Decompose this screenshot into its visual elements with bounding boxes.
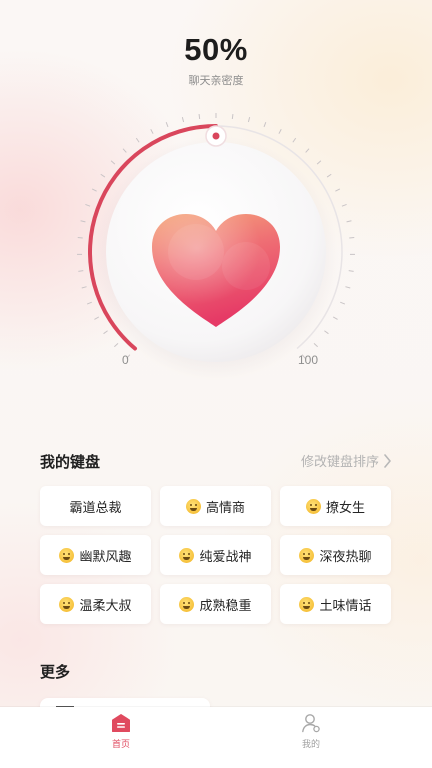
gauge-tick (150, 129, 154, 134)
gauge-tick (113, 343, 119, 348)
keyboard-section-title: 我的键盘 (40, 453, 101, 471)
home-icon (112, 714, 130, 732)
gauge-tick (80, 220, 86, 223)
gauge-tick (181, 117, 185, 123)
gauge-tick (94, 316, 100, 320)
grin-emoji-icon (299, 596, 315, 612)
keyboard-item-label: 霸道总裁 (69, 500, 122, 516)
gauge-min-label: 0 (122, 353, 129, 367)
gauge-tick (77, 236, 83, 239)
keyboard-item[interactable]: 纯爱战神 (160, 535, 271, 575)
gauge-max-label: 100 (298, 353, 319, 367)
gauge-tick (332, 316, 338, 320)
gauge-tick (231, 113, 234, 120)
tab-home[interactable]: 首页 (81, 713, 161, 750)
gauge-tick (85, 203, 91, 207)
grin-emoji-icon (299, 547, 315, 563)
gauge-tick (305, 148, 310, 153)
grin-emoji-icon (179, 596, 195, 612)
gauge-tick (198, 113, 201, 120)
gauge-tick (278, 129, 282, 134)
gauge-knob[interactable] (205, 125, 227, 147)
gauge-tick (335, 188, 341, 192)
keyboard-item[interactable]: 温柔大叔 (40, 584, 151, 624)
gauge-tick (340, 301, 346, 305)
gauge-tick (263, 122, 267, 128)
gauge-tick (86, 301, 92, 305)
grin-emoji-icon (305, 498, 321, 514)
gauge-tick (341, 203, 347, 207)
gauge-tick (78, 270, 84, 272)
grin-emoji-icon (179, 547, 195, 563)
keyboard-grid: 霸道总裁 高情商 撩女生 幽默风趣 纯爱战神 深夜热聊 温柔大叔 成熟稳重 土味… (40, 486, 392, 624)
gauge-tick (324, 330, 329, 335)
grin-emoji-icon (59, 547, 75, 563)
gauge-tick (110, 160, 116, 165)
intimacy-gauge (77, 113, 355, 380)
bottom-tab-bar: 首页 我的 (0, 707, 432, 768)
tab-mine[interactable]: 我的 (271, 713, 351, 750)
gauge-tick (100, 173, 106, 178)
gauge-tick (122, 148, 127, 153)
keyboard-item-label: 幽默风趣 (79, 549, 132, 565)
gauge-tick (292, 137, 297, 143)
keyboard-item-label: 纯爱战神 (199, 549, 252, 565)
keyboard-item[interactable]: 霸道总裁 (40, 486, 151, 526)
keyboard-item[interactable]: 成熟稳重 (160, 584, 271, 624)
gauge-tick (165, 122, 169, 128)
keyboard-item-label: 撩女生 (325, 500, 365, 516)
gauge-tick (81, 286, 87, 289)
tab-mine-label: 我的 (301, 740, 320, 750)
chevron-right-icon (384, 453, 391, 468)
gauge-tick (313, 343, 319, 348)
keyboard-item-label: 深夜热聊 (319, 549, 372, 565)
keyboard-item[interactable]: 幽默风趣 (40, 535, 151, 575)
gauge-tick (316, 160, 322, 165)
keyboard-item[interactable]: 深夜热聊 (280, 535, 391, 575)
gauge-tick (135, 137, 140, 143)
gauge-tick (346, 220, 352, 223)
keyboard-item[interactable]: 土味情话 (280, 584, 391, 624)
gauge-tick (345, 286, 351, 289)
keyboard-item-label: 高情商 (205, 500, 245, 516)
edit-keyboard-order-link[interactable]: 修改键盘排序 (301, 451, 392, 470)
gauge-tick (349, 236, 355, 239)
gauge-tick (91, 188, 97, 192)
tab-home-label: 首页 (111, 740, 130, 750)
keyboard-item-label: 温柔大叔 (79, 598, 132, 614)
more-section-title: 更多 (40, 663, 71, 681)
user-icon (302, 714, 320, 733)
keyboard-item[interactable]: 撩女生 (280, 486, 391, 526)
keyboard-item-label: 成熟稳重 (199, 598, 252, 614)
gauge-tick (348, 270, 354, 272)
keyboard-item[interactable]: 高情商 (160, 486, 271, 526)
keyboard-item-label: 土味情话 (319, 598, 372, 614)
gauge-tick (247, 117, 251, 123)
grin-emoji-icon (59, 596, 75, 612)
gauge-tick (103, 330, 108, 335)
edit-keyboard-order-label: 修改键盘排序 (300, 455, 379, 470)
grin-emoji-icon (185, 498, 201, 514)
gauge-tick (326, 173, 332, 178)
